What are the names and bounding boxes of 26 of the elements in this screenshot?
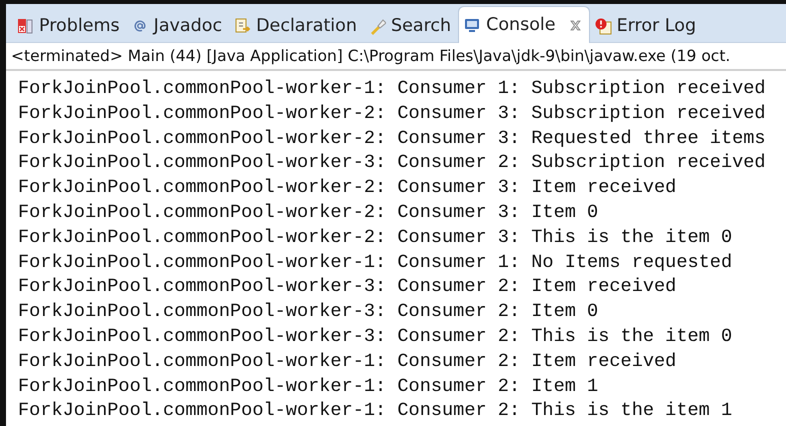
console-output-line: ForkJoinPool.commonPool-worker-1: Consumer 1: No Items requested: [18, 250, 734, 275]
console-output-line: ForkJoinPool.commonPool-worker-3: Consumer 2: Subscription received: [18, 151, 767, 176]
document-arrow-icon: [233, 17, 252, 35]
view-tab[interactable]: Console: [458, 6, 590, 43]
monitor-icon: [463, 16, 482, 34]
console-output-line: ForkJoinPool.commonPool-worker-2: Consumer 3: Subscription received: [18, 102, 767, 126]
problems-icon: [16, 17, 34, 35]
console-output-line: ForkJoinPool.commonPool-worker-1: Consumer 1: Subscription received: [18, 77, 767, 101]
console-output-line: ForkJoinPool.commonPool-worker-1: Consumer 2: Item received: [18, 350, 678, 374]
error-note-icon: [594, 17, 612, 35]
view-tab[interactable]: Declaration: [229, 10, 364, 42]
console-status-line: <terminated> Main (44) [Java Application] C:\Program Files\Java\jdk-9\bin\javaw.exe (19 oct.: [6, 43, 786, 71]
console-output-line: ForkJoinPool.commonPool-worker-2: Consumer 3: This is the item 0: [18, 226, 734, 250]
console-output-line: ForkJoinPool.commonPool-worker-2: Consumer 3: Item 0: [18, 200, 600, 225]
view-tab[interactable]: Javadoc: [126, 10, 230, 42]
console-output-line: ForkJoinPool.commonPool-worker-3: Consumer 2: Item 0: [18, 300, 600, 324]
console-output-line: ForkJoinPool.commonPool-worker-2: Consumer 3: Item received: [18, 176, 678, 200]
view-tab[interactable]: Search: [364, 10, 458, 42]
view-tab[interactable]: Error Log: [590, 10, 704, 42]
console-output-line: ForkJoinPool.commonPool-worker-3: Consumer 2: Item received: [18, 275, 678, 300]
console-output-line: ForkJoinPool.commonPool-worker-2: Consumer 3: Requested three items: [18, 126, 767, 151]
console-output-line: ForkJoinPool.commonPool-worker-1: Consumer 2: This is the item 1: [18, 399, 734, 424]
view-tab[interactable]: Problems: [12, 10, 127, 42]
console-output-line: ForkJoinPool.commonPool-worker-3: Consumer 2: This is the item 0: [18, 324, 734, 349]
close-icon[interactable]: [568, 18, 582, 32]
console-output-line: ForkJoinPool.commonPool-worker-1: Consumer 2: Item 1: [18, 374, 600, 399]
